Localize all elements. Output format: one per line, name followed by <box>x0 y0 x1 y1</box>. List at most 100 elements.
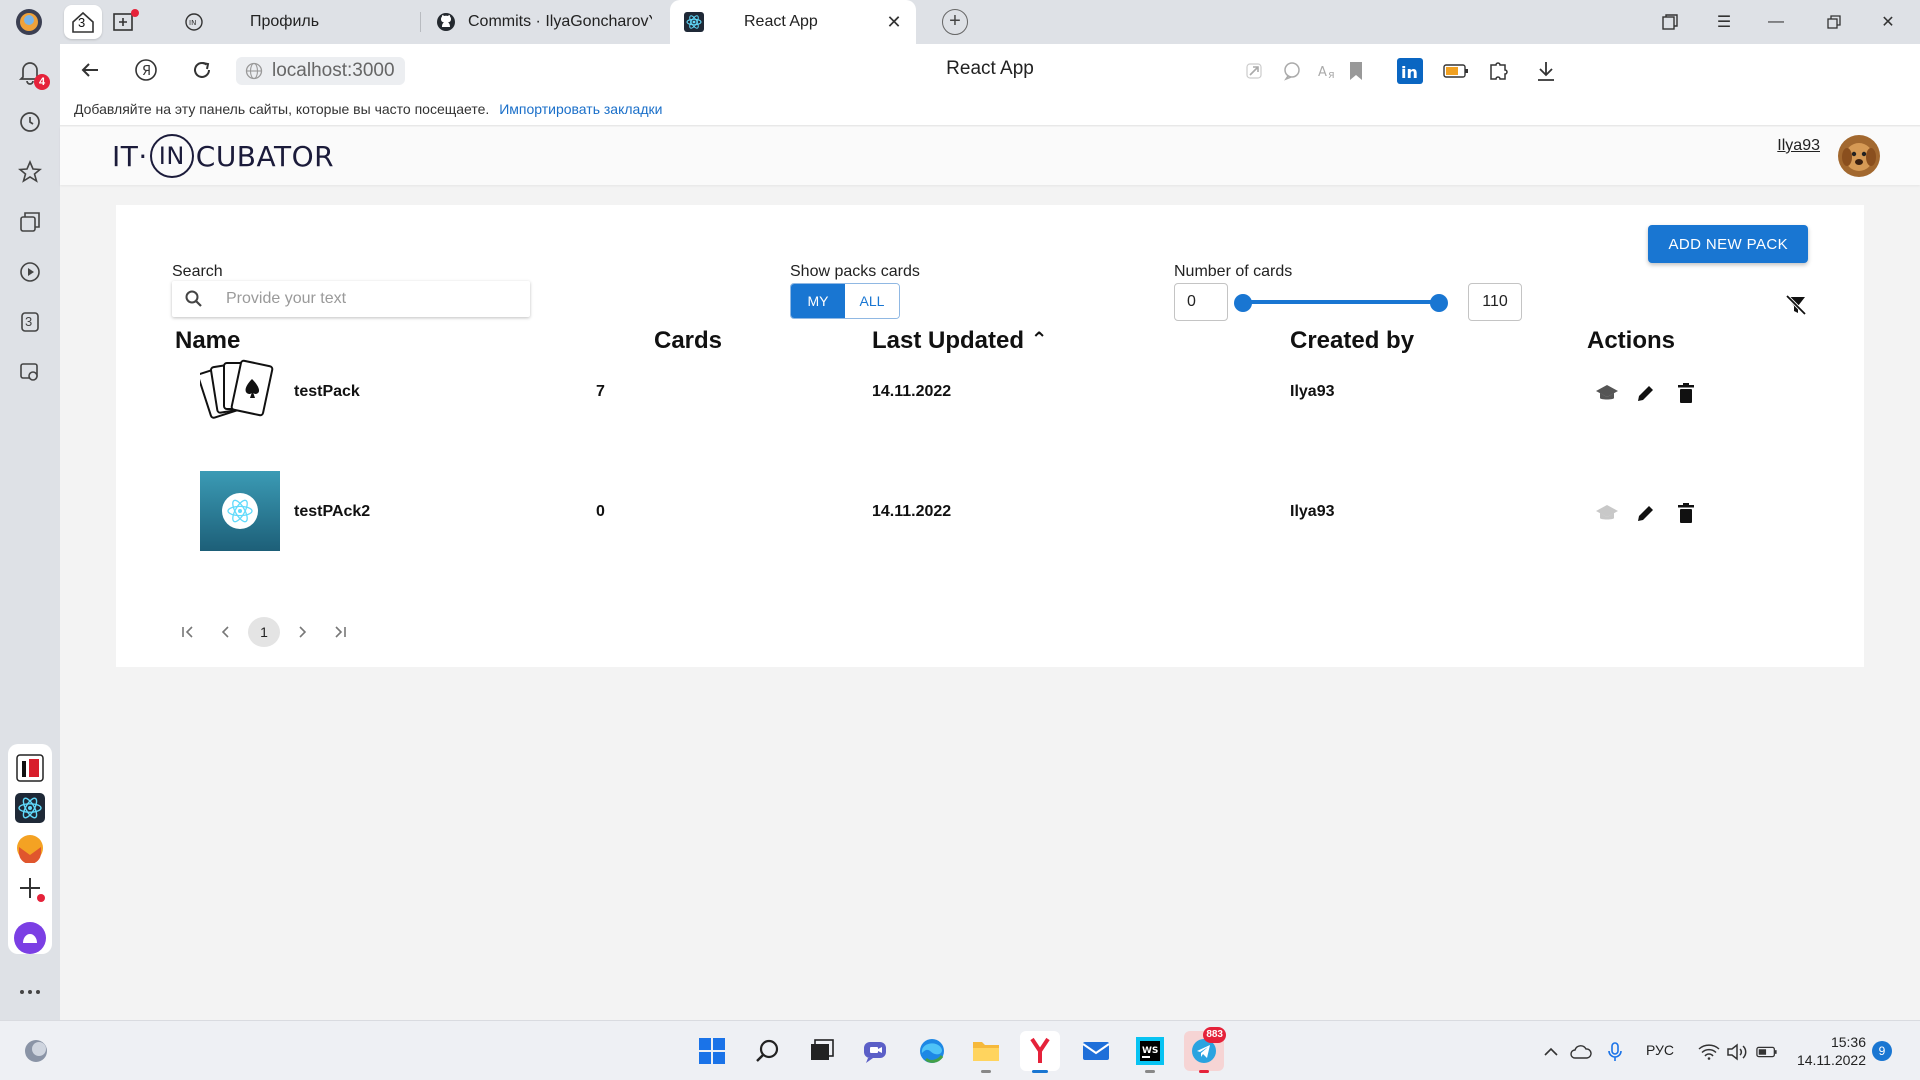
close-tab-icon[interactable]: ✕ <box>884 12 904 32</box>
notification-center-badge[interactable]: 9 <box>1872 1041 1892 1061</box>
svg-text:я: я <box>1328 68 1335 81</box>
it-incubator-app-icon[interactable] <box>12 750 48 786</box>
app-header: IT· IN CUBATOR Ilya93 <box>60 127 1920 185</box>
tab-title: Профиль <box>250 13 320 30</box>
pack-name[interactable]: testPack <box>294 383 360 401</box>
site-info-icon[interactable] <box>244 61 264 81</box>
yandex-browser-taskbar-icon[interactable] <box>1020 1031 1060 1073</box>
pack-name[interactable]: testPAck2 <box>294 503 370 521</box>
screenshot-icon[interactable] <box>14 356 46 388</box>
collections-icon[interactable] <box>14 206 46 238</box>
telegram-icon[interactable]: 883 <box>1184 1027 1226 1073</box>
media-play-icon[interactable] <box>14 256 46 288</box>
clear-filters-icon[interactable] <box>1782 291 1810 319</box>
reload-icon[interactable] <box>188 56 216 84</box>
windows-taskbar: WS 883 РУС 15:36 14.11.2022 9 <box>0 1020 1920 1080</box>
delete-trash-icon[interactable] <box>1672 499 1700 527</box>
chat-icon[interactable] <box>1278 57 1306 85</box>
previous-page-icon[interactable] <box>210 617 242 647</box>
linkedin-icon[interactable]: in <box>1396 57 1424 85</box>
address-bar: Я localhost:3000 React App Aя in <box>60 44 1920 96</box>
wifi-icon[interactable] <box>1698 1041 1720 1063</box>
edge-browser-icon[interactable] <box>912 1031 952 1071</box>
react-app-icon[interactable] <box>12 790 48 826</box>
favorites-star-icon[interactable] <box>14 156 46 188</box>
learn-icon[interactable] <box>1593 379 1621 407</box>
bookmarks-hint: Добавляйте на эту панель сайты, которые … <box>74 101 490 117</box>
edit-pencil-icon[interactable] <box>1632 499 1660 527</box>
first-page-icon[interactable] <box>172 617 204 647</box>
extensions-icon[interactable] <box>1484 57 1512 85</box>
last-page-icon[interactable] <box>324 617 356 647</box>
new-tab-button[interactable]: + <box>942 9 968 35</box>
delete-trash-icon[interactable] <box>1672 379 1700 407</box>
it-incubator-logo[interactable]: IT· IN CUBATOR <box>112 134 334 178</box>
share-icon[interactable] <box>1240 57 1268 85</box>
new-tab-group-icon[interactable] <box>106 5 144 39</box>
teams-chat-icon[interactable] <box>856 1031 896 1071</box>
tab-react-app[interactable]: React App ✕ <box>670 0 916 44</box>
alice-assistant-icon[interactable] <box>12 920 48 956</box>
file-explorer-icon[interactable] <box>966 1031 1006 1073</box>
collections-icon[interactable] <box>1658 10 1682 34</box>
pack-created-by: Ilya93 <box>1290 503 1335 520</box>
user-name-link[interactable]: Ilya93 <box>1777 137 1820 155</box>
max-cards-input[interactable]: 110 <box>1468 283 1522 321</box>
download-icon[interactable] <box>1532 57 1560 85</box>
widgets-icon[interactable] <box>16 1031 56 1071</box>
next-page-icon[interactable] <box>286 617 318 647</box>
minimize-icon[interactable]: — <box>1764 10 1788 34</box>
microphone-icon[interactable] <box>1604 1041 1626 1063</box>
show-hidden-icons-chevron-icon[interactable] <box>1540 1041 1562 1063</box>
tab-counter-button[interactable]: 3 <box>64 5 102 39</box>
tabs-counter-icon[interactable]: 3 <box>14 306 46 338</box>
close-window-icon[interactable]: ✕ <box>1876 10 1900 34</box>
tab-counter: 3 <box>78 15 86 30</box>
translate-icon[interactable]: Aя <box>1314 57 1342 85</box>
add-app-icon[interactable] <box>12 870 48 906</box>
cards-range-slider[interactable] <box>1234 294 1448 312</box>
battery-saver-icon[interactable] <box>1442 57 1470 85</box>
svg-text:Я: Я <box>142 64 151 79</box>
windows-start-icon[interactable] <box>692 1031 732 1071</box>
webstorm-icon[interactable]: WS <box>1130 1031 1170 1073</box>
learn-disabled-icon[interactable] <box>1593 499 1621 527</box>
mail-icon[interactable] <box>1076 1031 1116 1071</box>
battery-icon[interactable] <box>1756 1041 1778 1063</box>
edit-pencil-icon[interactable] <box>1632 379 1660 407</box>
slider-max-thumb[interactable] <box>1430 294 1448 312</box>
system-clock[interactable]: 15:36 14.11.2022 <box>1796 1033 1866 1069</box>
onedrive-cloud-icon[interactable] <box>1570 1041 1592 1063</box>
pack-last-updated: 14.11.2022 <box>872 503 952 520</box>
url-field[interactable]: localhost:3000 <box>236 57 405 85</box>
input-language[interactable]: РУС <box>1646 1042 1674 1058</box>
number-of-cards-label: Number of cards <box>1174 263 1293 280</box>
volume-icon[interactable] <box>1726 1041 1748 1063</box>
notifications-icon[interactable]: 4 <box>14 56 50 90</box>
search-field[interactable] <box>172 281 530 317</box>
bookmarks-bar: Добавляйте на эту панель сайты, которые … <box>60 96 1920 126</box>
slider-min-thumb[interactable] <box>1234 294 1252 312</box>
page-number-current[interactable]: 1 <box>248 617 280 647</box>
browser-logo-icon[interactable] <box>12 7 46 37</box>
history-icon[interactable] <box>14 106 46 138</box>
search-taskbar-icon[interactable] <box>748 1031 788 1071</box>
back-icon[interactable] <box>76 56 104 84</box>
more-icon[interactable] <box>14 976 46 1008</box>
tab-profile[interactable]: IN Профиль <box>170 0 418 44</box>
tab-commits[interactable]: Commits · IlyaGoncharovY/ <box>422 0 668 44</box>
all-packs-button[interactable]: ALL <box>845 284 899 318</box>
restore-icon[interactable] <box>1822 10 1846 34</box>
mail-app-icon[interactable] <box>12 830 48 866</box>
react-logo-icon <box>200 471 280 551</box>
user-avatar[interactable] <box>1838 135 1880 177</box>
menu-icon[interactable]: ☰ <box>1712 10 1736 34</box>
add-new-pack-button[interactable]: ADD NEW PACK <box>1648 225 1808 263</box>
bookmark-icon[interactable] <box>1342 57 1370 85</box>
task-view-icon[interactable] <box>802 1031 842 1071</box>
import-bookmarks-link[interactable]: Импортировать закладки <box>499 101 662 117</box>
my-packs-button[interactable]: MY <box>791 284 845 318</box>
yandex-icon[interactable]: Я <box>132 56 160 84</box>
search-input[interactable] <box>226 287 516 311</box>
min-cards-input[interactable]: 0 <box>1174 283 1228 321</box>
